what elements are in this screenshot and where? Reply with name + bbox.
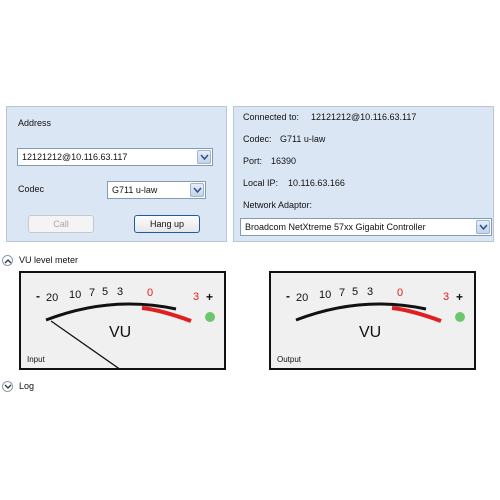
- connected-to-value: 12121212@10.116.63.117: [311, 112, 417, 122]
- expand-down-icon[interactable]: [2, 381, 13, 392]
- scale-minus: -: [36, 289, 40, 303]
- port-value: 16390: [271, 156, 297, 166]
- scale-20: 20: [46, 292, 59, 304]
- local-ip-label: Local IP:: [243, 178, 279, 188]
- address-combobox[interactable]: 12121212@10.116.63.117: [17, 148, 213, 166]
- log-section-header[interactable]: Log: [0, 380, 500, 394]
- scale-0: 0: [147, 287, 154, 299]
- network-adaptor-label: Network Adaptor:: [243, 200, 313, 210]
- scale-3: 3: [117, 286, 124, 298]
- scale-plus3: 3: [193, 291, 200, 303]
- log-section-title: Log: [19, 381, 35, 391]
- scale-7: 7: [89, 287, 96, 299]
- scale-minus: -: [286, 289, 290, 303]
- connected-to-label: Connected to:: [243, 112, 300, 122]
- codec-info-label: Codec:: [243, 134, 272, 144]
- scale-plus: +: [456, 290, 464, 304]
- vu-unit-label: VU: [359, 324, 382, 341]
- hang-up-button[interactable]: Hang up: [134, 215, 200, 233]
- local-ip-value: 10.116.63.166: [288, 178, 345, 188]
- scale-0: 0: [397, 287, 404, 299]
- scale-5: 5: [352, 286, 359, 298]
- meter-red-zone: [141, 306, 192, 323]
- vu-unit-label: VU: [109, 324, 132, 341]
- chevron-down-icon[interactable]: [197, 150, 211, 164]
- call-button[interactable]: Call: [28, 215, 94, 233]
- chevron-down-icon[interactable]: [476, 220, 490, 234]
- scale-10: 10: [319, 289, 332, 301]
- output-vu-meter: - 20 10 7 5 3 0 3 + VU Output: [269, 271, 476, 370]
- scale-20: 20: [296, 292, 309, 304]
- scale-10: 10: [69, 289, 82, 301]
- codec-info-value: G711 u-law: [280, 134, 326, 144]
- vu-section-title: VU level meter: [19, 255, 79, 265]
- output-meter-label: Output: [277, 355, 302, 364]
- connection-info-panel: Connected to: 12121212@10.116.63.117 Cod…: [233, 106, 494, 242]
- vu-section-header[interactable]: VU level meter: [0, 254, 500, 268]
- meter-red-zone: [391, 306, 442, 323]
- codec-value: G711 u-law: [112, 185, 158, 195]
- network-adaptor-value: Broadcom NetXtreme 57xx Gigabit Controll…: [245, 222, 426, 232]
- port-label: Port:: [243, 156, 263, 166]
- input-meter-label: Input: [27, 355, 45, 364]
- scale-7: 7: [339, 287, 346, 299]
- scale-3: 3: [367, 286, 374, 298]
- codec-combobox[interactable]: G711 u-law: [107, 181, 206, 199]
- address-value: 12121212@10.116.63.117: [22, 152, 128, 162]
- input-vu-meter: - 20 10 7 5 3 0 3 + VU Input: [19, 271, 226, 370]
- signal-indicator-dot: [455, 312, 465, 322]
- scale-5: 5: [102, 286, 109, 298]
- codec-label: Codec: [18, 184, 45, 194]
- scale-plus3: 3: [443, 291, 450, 303]
- call-settings-panel: Address 12121212@10.116.63.117 Codec G71…: [6, 106, 227, 242]
- signal-indicator-dot: [205, 312, 215, 322]
- address-label: Address: [18, 118, 52, 128]
- chevron-down-icon[interactable]: [190, 183, 204, 197]
- network-adaptor-combobox[interactable]: Broadcom NetXtreme 57xx Gigabit Controll…: [240, 218, 492, 236]
- scale-plus: +: [206, 290, 214, 304]
- collapse-up-icon[interactable]: [2, 255, 13, 266]
